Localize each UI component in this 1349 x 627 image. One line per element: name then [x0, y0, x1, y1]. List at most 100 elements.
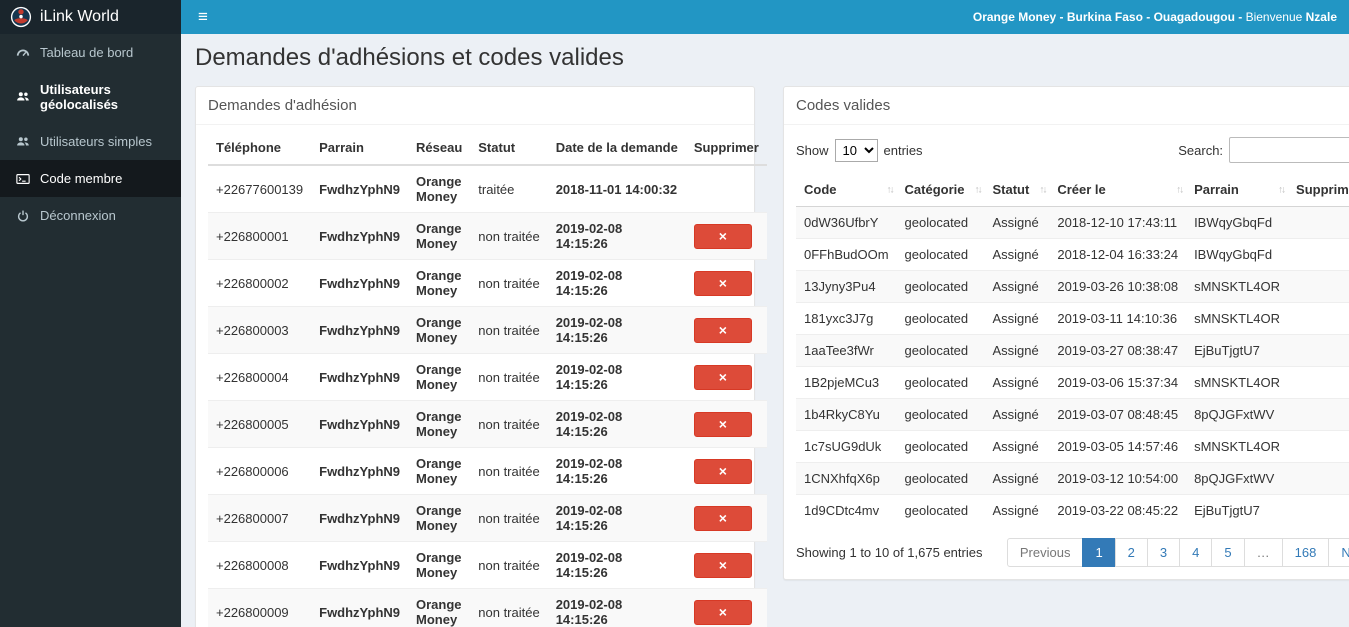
cell-statut: Assigné: [984, 206, 1050, 239]
hamburger-icon: ≡: [198, 7, 208, 26]
cell-code: 0dW36UfbrY: [796, 206, 897, 239]
cell-statut: Assigné: [984, 398, 1050, 431]
cell-statut: non traitée: [470, 494, 548, 542]
cell-supprimer: ×: [685, 400, 767, 448]
cell-cree-le: 2019-03-05 14:57:46: [1049, 430, 1187, 463]
cell-telephone: +226800005: [208, 400, 312, 448]
page-button-previous: Previous: [1006, 538, 1084, 567]
code-row: 0FFhBudOOm geolocated Assigné 2018-12-04 16…: [796, 238, 1349, 271]
column-header-sortable[interactable]: Catégorie ↑↓: [896, 173, 985, 207]
codes-panel: Codes valides Show 10 entries Search: Co…: [783, 86, 1349, 580]
cell-statut: traitée: [470, 164, 548, 213]
column-header: Réseau: [408, 131, 471, 166]
page-button-next[interactable]: Next: [1328, 538, 1349, 567]
page-length-select[interactable]: 10: [834, 138, 878, 162]
delete-button[interactable]: ×: [693, 552, 752, 578]
cell-reseau: Orange Money: [408, 259, 471, 307]
cell-categorie: geolocated: [896, 334, 985, 367]
cell-supprimer: [685, 164, 767, 213]
adhesion-row: +226800004 FwdhzYphN9 Orange Money non trai…: [208, 353, 767, 401]
codes-header-row: Code ↑↓ Catégorie ↑↓ Statut ↑↓ Créer le ↑↓ Parra…: [796, 173, 1349, 207]
cell-parrain: EjBuTjgtU7: [1186, 494, 1289, 526]
sidebar-item-utilisateurs-geolocalises[interactable]: Utilisateurs géolocalisés: [0, 71, 181, 123]
delete-button[interactable]: ×: [693, 270, 752, 296]
cell-supprimer: [1288, 238, 1349, 271]
cell-categorie: geolocated: [896, 494, 985, 526]
column-header: Parrain: [311, 131, 409, 166]
adhesions-table-body: +22677600139 FwdhzYphN9 Orange Money traité…: [208, 164, 767, 627]
cell-telephone: +226800002: [208, 259, 312, 307]
sidebar-menu: Tableau de bord Utilisateurs géolocalisé…: [0, 34, 181, 234]
cell-reseau: Orange Money: [408, 494, 471, 542]
cell-cree-le: 2019-03-11 14:10:36: [1049, 302, 1187, 335]
delete-button[interactable]: ×: [693, 223, 752, 249]
cell-cree-le: 2019-03-06 15:37:34: [1049, 366, 1187, 399]
code-row: 1c7sUG9dUk geolocated Assigné 2019-03-05 14…: [796, 430, 1349, 463]
show-label: Show: [796, 142, 829, 158]
column-header-sortable[interactable]: Code ↑↓: [796, 173, 897, 207]
cell-date: 2018-11-01 14:00:32: [547, 164, 686, 213]
showing-entries-text: Showing 1 to 10 of 1,675 entries: [796, 545, 983, 560]
delete-button[interactable]: ×: [693, 505, 752, 531]
page-button-1[interactable]: 1: [1082, 538, 1116, 567]
cell-supprimer: ×: [685, 494, 767, 542]
delete-button[interactable]: ×: [693, 458, 752, 484]
cell-telephone: +226800008: [208, 541, 312, 589]
search-label: Search:: [1178, 142, 1224, 158]
column-header-sortable[interactable]: Supprimer↑↓: [1288, 173, 1349, 207]
cell-categorie: geolocated: [896, 366, 985, 399]
page-button-5[interactable]: 5: [1211, 538, 1245, 567]
code-row: 181yxc3J7g geolocated Assigné 2019-03-11 14…: [796, 302, 1349, 335]
cell-parrain: FwdhzYphN9: [311, 541, 409, 589]
delete-button[interactable]: ×: [693, 317, 752, 343]
cell-cree-le: 2019-03-22 08:45:22: [1049, 494, 1187, 526]
column-header-sortable[interactable]: Créer le ↑↓: [1049, 173, 1187, 207]
cell-supprimer: [1288, 334, 1349, 367]
sidebar-item-deconnexion[interactable]: Déconnexion: [0, 197, 181, 234]
adhesion-row: +226800005 FwdhzYphN9 Orange Money non trai…: [208, 400, 767, 448]
page-title: Demandes d'adhésions et codes valides: [195, 44, 624, 71]
page-button-168[interactable]: 168: [1281, 538, 1330, 567]
cell-statut: Assigné: [984, 302, 1050, 335]
sidebar-toggle-button[interactable]: ≡: [181, 0, 225, 34]
sort-icon: ↑↓: [974, 184, 983, 195]
page-button-3[interactable]: 3: [1146, 538, 1181, 567]
sidebar-item-utilisateurs-simples[interactable]: Utilisateurs simples: [0, 123, 181, 160]
sidebar-item-label: Utilisateurs simples: [40, 134, 152, 149]
cell-reseau: Orange Money: [408, 541, 471, 589]
adhesion-row: +226800002 FwdhzYphN9 Orange Money non trai…: [208, 259, 767, 307]
code-row: 1aaTee3fWr geolocated Assigné 2019-03-27 08…: [796, 334, 1349, 367]
cell-statut: Assigné: [984, 494, 1050, 526]
cell-supprimer: ×: [685, 259, 767, 307]
delete-button[interactable]: ×: [693, 599, 752, 625]
cell-date: 2019-02-08 14:15:26: [547, 447, 686, 495]
cell-categorie: geolocated: [896, 238, 985, 271]
cell-code: 0FFhBudOOm: [796, 238, 897, 271]
cell-telephone: +226800006: [208, 447, 312, 495]
sidebar-item-label: Tableau de bord: [40, 45, 134, 60]
page-button-4[interactable]: 4: [1179, 538, 1213, 567]
cell-date: 2019-02-08 14:15:26: [547, 353, 686, 401]
column-header-sortable[interactable]: Parrain ↑↓: [1186, 173, 1289, 207]
page-button-2[interactable]: 2: [1114, 538, 1148, 567]
cell-parrain: FwdhzYphN9: [311, 447, 409, 495]
adhesion-row: +226800006 FwdhzYphN9 Orange Money non trai…: [208, 447, 767, 495]
cell-date: 2019-02-08 14:15:26: [547, 494, 686, 542]
cell-statut: Assigné: [984, 462, 1050, 495]
cell-code: 181yxc3J7g: [796, 302, 897, 335]
cell-statut: non traitée: [470, 306, 548, 354]
sidebar-item-code-membre[interactable]: Code membre: [0, 160, 181, 197]
cell-supprimer: ×: [685, 447, 767, 495]
delete-button[interactable]: ×: [693, 364, 752, 390]
search-input[interactable]: [1229, 137, 1349, 163]
sidebar-item-tableau-de-bord[interactable]: Tableau de bord: [0, 34, 181, 71]
page-button-…: …: [1243, 538, 1283, 567]
cell-telephone: +226800004: [208, 353, 312, 401]
column-header-sortable[interactable]: Statut ↑↓: [984, 173, 1050, 207]
users-icon: [15, 134, 30, 149]
cell-code: 1aaTee3fWr: [796, 334, 897, 367]
sort-icon: ↑↓: [1176, 184, 1184, 195]
delete-button[interactable]: ×: [693, 411, 752, 437]
cell-parrain: FwdhzYphN9: [311, 164, 409, 213]
cell-telephone: +226800007: [208, 494, 312, 542]
